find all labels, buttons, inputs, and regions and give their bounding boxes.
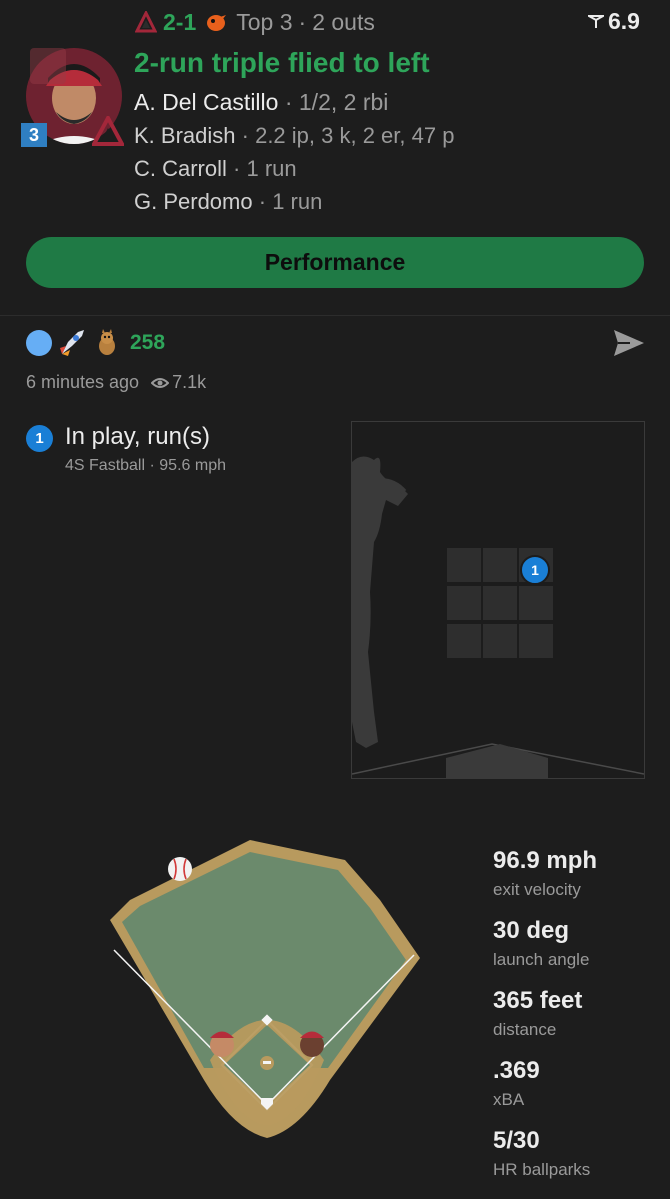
stat-label-launch-angle: launch angle <box>493 950 590 969</box>
stat-value-hr-ballparks: 5/30 <box>493 1127 540 1154</box>
runner-detail: 1 run <box>272 189 323 214</box>
jersey-number-badge: 3 <box>21 123 47 147</box>
pitcher-stats: 2.2 ip, 3 k, 2 er, 47 p <box>255 123 455 148</box>
stat-value-launch-angle: 30 deg <box>493 917 570 944</box>
rocket-reaction-icon[interactable] <box>56 328 88 358</box>
stat-label-distance: distance <box>493 1020 557 1039</box>
runner-line: C. Carroll · 1 run <box>134 156 297 181</box>
zone-cell <box>519 586 553 620</box>
diamondbacks-logo-icon <box>135 11 157 33</box>
score-header: 2-1 Top 3 · 2 outs <box>135 6 375 38</box>
game-score: 2-1 <box>163 8 197 35</box>
zone-cell <box>519 624 553 658</box>
performance-button[interactable]: Performance <box>26 237 644 288</box>
pitch-result: In play, run(s) <box>65 423 210 450</box>
pitch-type: 4S Fastball <box>65 457 146 474</box>
stat-label-exit-velocity: exit velocity <box>493 880 581 899</box>
runner-detail: 1 run <box>246 156 297 181</box>
pitch-number-badge: 1 <box>26 425 53 452</box>
zone-cell <box>483 624 517 658</box>
runner-name[interactable]: C. Carroll <box>134 156 227 181</box>
pitch-velocity: 95.6 mph <box>159 457 226 474</box>
squirrel-reaction-icon[interactable] <box>92 328 122 358</box>
play-headline: 2-run triple flied to left <box>134 47 430 78</box>
zone-cell <box>483 586 517 620</box>
batter-line: A. Del Castillo · 1/2, 2 rbi <box>134 89 389 115</box>
strike-zone-chart: 1 <box>351 421 645 779</box>
stat-label-hr-ballparks: HR ballparks <box>493 1160 591 1179</box>
pitch-location-marker: 1 <box>520 555 550 585</box>
rating-value: 6.9 <box>608 8 640 34</box>
orioles-logo-icon <box>207 15 227 31</box>
zone-cell <box>447 586 481 620</box>
runner-line: G. Perdomo · 1 run <box>134 189 323 214</box>
view-count: 7.1k <box>172 372 207 392</box>
stat-value-distance: 365 feet <box>493 987 583 1014</box>
reactions-row[interactable]: 258 <box>26 328 165 358</box>
blue-circle-reaction-icon[interactable] <box>26 330 52 356</box>
baseball-landing-icon <box>168 857 192 881</box>
time-ago: 6 minutes ago <box>26 372 140 392</box>
diamondbacks-badge-icon <box>92 116 124 146</box>
jersey-badge-ghost <box>30 48 66 84</box>
zone-cell <box>447 548 481 582</box>
pitch-details: 4S Fastball · 95.6 mph <box>65 457 226 474</box>
separator-dot: · <box>298 8 307 35</box>
eye-icon <box>151 377 170 388</box>
pitcher-line: K. Bradish · 2.2 ip, 3 k, 2 er, 47 p <box>134 123 455 148</box>
runner-name[interactable]: G. Perdomo <box>134 189 253 214</box>
share-icon[interactable] <box>612 328 646 358</box>
meta-row: 6 minutes ago 7.1k <box>26 372 206 393</box>
reaction-count: 258 <box>130 331 166 354</box>
rating-badge: 6.9 <box>588 8 640 35</box>
zone-cell <box>483 548 517 582</box>
stat-label-xba: xBA <box>493 1090 525 1109</box>
inning-text: Top 3 <box>236 8 293 35</box>
zone-cell <box>447 624 481 658</box>
batter-name[interactable]: A. Del Castillo <box>134 89 278 115</box>
batter-stats: 1/2, 2 rbi <box>298 89 389 115</box>
section-divider <box>0 315 670 316</box>
stat-value-xba: .369 <box>493 1057 540 1084</box>
stat-value-exit-velocity: 96.9 mph <box>493 847 598 874</box>
filter-icon <box>588 14 604 28</box>
outs-text: 2 outs <box>312 8 375 35</box>
pitcher-name[interactable]: K. Bradish <box>134 123 236 148</box>
spray-chart-field <box>110 840 420 1138</box>
